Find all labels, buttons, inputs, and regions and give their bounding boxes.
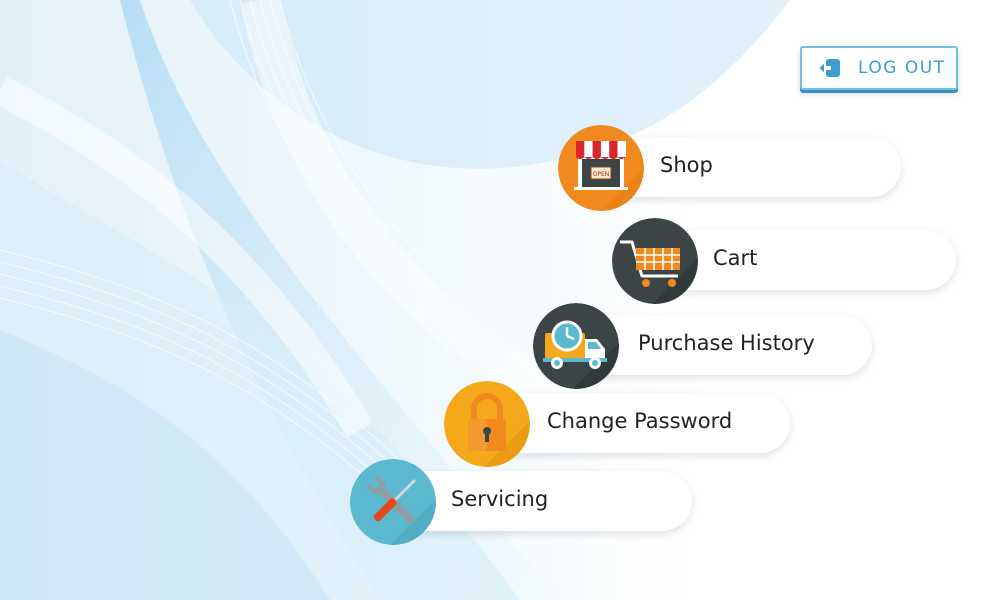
menu-item-servicing[interactable]: Servicing bbox=[350, 459, 694, 547]
padlock-icon bbox=[444, 381, 530, 467]
menu-item-label: Shop bbox=[660, 153, 713, 177]
menu-item-purchase-history[interactable]: Purchase History bbox=[533, 303, 874, 391]
menu-item-label: Servicing bbox=[451, 487, 549, 511]
wrench-screwdriver-icon bbox=[350, 459, 436, 545]
menu-item-label: Purchase History bbox=[638, 331, 815, 355]
logout-icon bbox=[818, 59, 840, 77]
menu-item-label: Cart bbox=[713, 246, 758, 270]
svg-text:OPEN: OPEN bbox=[593, 171, 610, 178]
menu-item-cart[interactable]: Cart bbox=[612, 218, 958, 306]
cart-icon bbox=[612, 218, 698, 304]
menu-item-change-password[interactable]: Change Password bbox=[444, 381, 792, 469]
shop-icon: OPEN bbox=[558, 125, 644, 211]
logout-button[interactable]: LOG OUT bbox=[800, 46, 958, 90]
menu-item-label: Change Password bbox=[547, 409, 733, 433]
logout-label: LOG OUT bbox=[858, 58, 946, 78]
menu-item-shop[interactable]: Shop OPEN bbox=[558, 125, 903, 213]
delivery-truck-icon bbox=[533, 303, 619, 389]
